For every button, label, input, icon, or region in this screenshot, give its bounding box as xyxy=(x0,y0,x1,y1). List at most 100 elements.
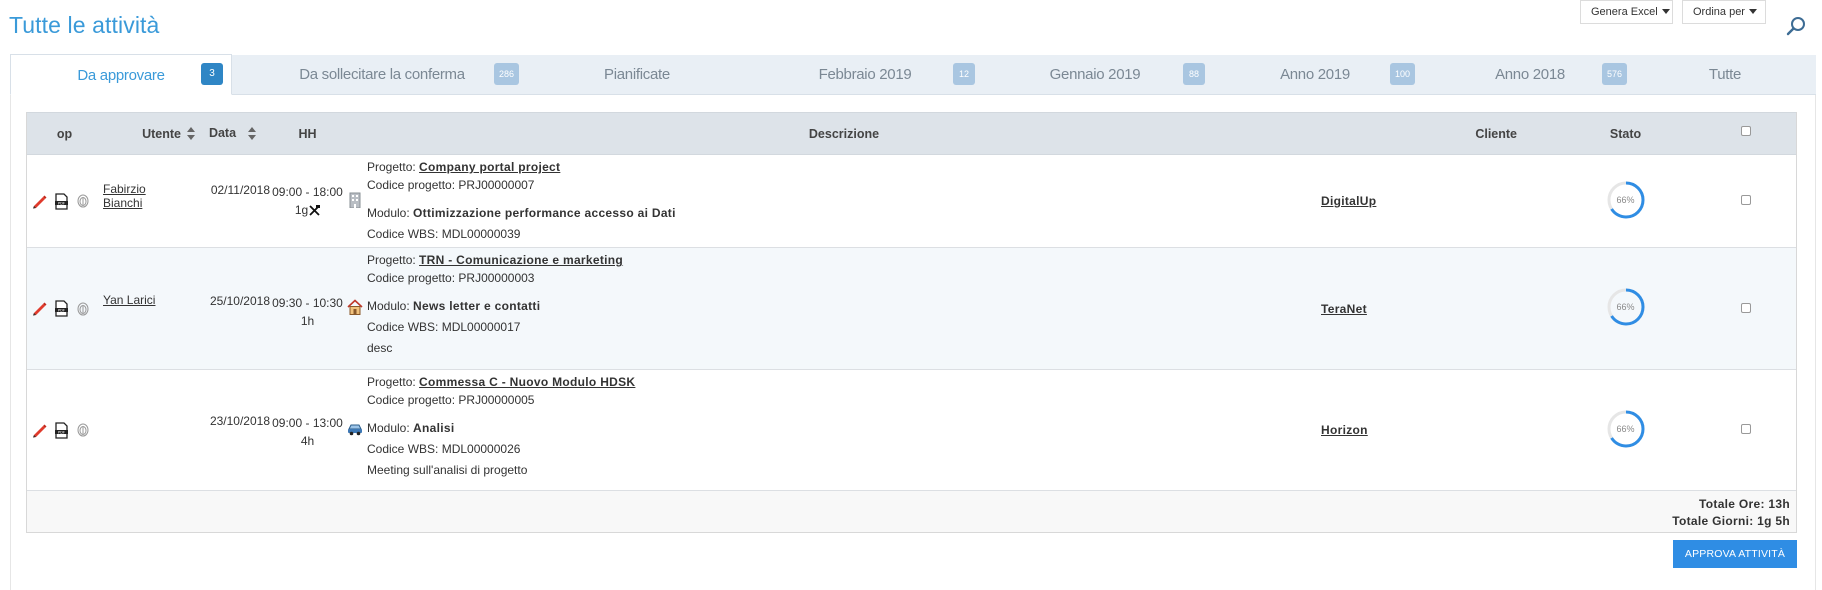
project-code: PRJ00000007 xyxy=(458,178,535,192)
tab-da-sollecitare[interactable]: Da sollecitare la conferma xyxy=(232,55,532,95)
row-type xyxy=(343,154,367,248)
table-header: op Utente Data HH Descrizione Cliente St… xyxy=(26,112,1797,155)
tab-da-approvare[interactable]: Da approvare xyxy=(10,54,232,95)
time-range: 09:30 - 10:30 xyxy=(272,296,343,310)
row-desc: Progetto: Company portal project Codice … xyxy=(367,154,1321,248)
car-icon xyxy=(348,424,362,435)
row-state: 66% xyxy=(1557,247,1694,370)
sort-icon[interactable] xyxy=(248,126,257,141)
tab-anno-2019[interactable]: Anno 2019 xyxy=(1220,55,1410,95)
row-actions: PDF xyxy=(26,154,103,248)
caret-down-icon xyxy=(1748,8,1757,14)
project-link[interactable]: Commessa C - Nuovo Modulo HDSK xyxy=(419,375,635,389)
row-hh: 09:30 - 10:30 1h xyxy=(272,247,343,370)
wbs-label: Codice WBS: xyxy=(367,227,439,241)
tab-gennaio-2019[interactable]: Gennaio 2019 xyxy=(1000,55,1190,95)
row-user: Fabirzio Bianchi xyxy=(103,154,181,248)
project-code: PRJ00000005 xyxy=(458,393,535,407)
project-code-label: Codice progetto: xyxy=(367,178,456,192)
pdf-icon[interactable]: PDF xyxy=(50,421,72,439)
svg-text:PDF: PDF xyxy=(57,201,64,205)
client-link[interactable]: DigitalUp xyxy=(1321,194,1376,208)
row-checkbox[interactable] xyxy=(1740,195,1751,205)
col-user[interactable]: Utente xyxy=(103,112,181,155)
tabs-bar: Da approvare Da sollecitare la conferma … xyxy=(10,54,1816,95)
project-code: PRJ00000003 xyxy=(458,271,535,285)
col-date-label: Data xyxy=(208,126,237,141)
pdf-icon[interactable]: PDF xyxy=(50,300,72,317)
project-link[interactable]: TRN - Comunicazione e marketing xyxy=(419,253,623,267)
row-actions: PDF xyxy=(26,247,103,370)
row-client: DigitalUp xyxy=(1321,154,1557,248)
tab-badge: 12 xyxy=(953,63,975,85)
sort-button[interactable]: Ordina per xyxy=(1682,0,1766,24)
fingerprint-icon[interactable] xyxy=(72,422,94,438)
col-hh: HH xyxy=(272,112,343,155)
select-all-checkbox[interactable] xyxy=(1740,126,1751,136)
module-label: Modulo: xyxy=(367,421,410,435)
time-range: 09:00 - 18:00 xyxy=(272,185,343,199)
edit-icon[interactable] xyxy=(28,422,50,439)
edit-icon[interactable] xyxy=(28,300,50,317)
col-date[interactable]: Data xyxy=(181,112,272,155)
search-icon[interactable] xyxy=(1785,16,1807,38)
wbs-label: Codice WBS: xyxy=(367,442,439,456)
progress-label: 66% xyxy=(1616,423,1635,434)
duration: 1h xyxy=(300,314,315,328)
row-checkbox[interactable] xyxy=(1740,302,1751,313)
pdf-icon[interactable]: PDF xyxy=(50,192,72,210)
progress-label: 66% xyxy=(1616,194,1635,205)
total-days: Totale Giorni: 1g 5h xyxy=(1672,514,1790,528)
progress-donut: 66% xyxy=(1607,288,1645,326)
edit-icon[interactable] xyxy=(28,193,50,210)
row-type xyxy=(343,369,367,491)
row-select xyxy=(1694,154,1797,248)
col-select-all xyxy=(1694,112,1797,155)
row-desc: Progetto: Commessa C - Nuovo Modulo HDSK… xyxy=(367,369,1321,491)
tools-icon xyxy=(309,205,321,216)
client-link[interactable]: TeraNet xyxy=(1321,302,1367,316)
module-label: Modulo: xyxy=(367,206,410,220)
svg-text:PDF: PDF xyxy=(57,430,64,434)
row-checkbox[interactable] xyxy=(1740,424,1751,434)
row-date: 02/11/2018 xyxy=(181,154,272,248)
fingerprint-icon[interactable] xyxy=(72,193,94,209)
project-link[interactable]: Company portal project xyxy=(419,160,560,174)
row-desc: Progetto: TRN - Comunicazione e marketin… xyxy=(367,247,1321,370)
tab-febbraio-2019[interactable]: Febbraio 2019 xyxy=(770,55,960,95)
activities-table: op Utente Data HH Descrizione Cliente St… xyxy=(26,112,1797,533)
sort-button-label: Ordina per xyxy=(1693,6,1745,18)
excel-button[interactable]: Genera Excel xyxy=(1580,0,1673,24)
module-name: Analisi xyxy=(413,421,455,435)
user-link[interactable]: Fabirzio Bianchi xyxy=(103,182,146,210)
user-link[interactable]: Yan Larici xyxy=(103,293,155,307)
tab-tutte[interactable]: Tutte xyxy=(1630,55,1820,95)
sort-icon[interactable] xyxy=(186,126,195,141)
wbs-code: MDL00000026 xyxy=(441,442,521,456)
caret-down-icon xyxy=(1661,8,1670,14)
time-range: 09:00 - 13:00 xyxy=(272,416,343,430)
table-row: PDF Fabirzio Bianchi 02/11/2018 09:00 - … xyxy=(26,154,1797,248)
approve-activities-button[interactable]: APPROVA ATTIVITÀ xyxy=(1673,540,1797,568)
row-hh: 09:00 - 13:00 4h xyxy=(272,369,343,491)
progress-label: 66% xyxy=(1616,302,1635,312)
module-label: Modulo: xyxy=(367,299,410,313)
row-state: 66% xyxy=(1557,154,1694,248)
activity-note: Meeting sull'analisi di progetto xyxy=(367,463,528,477)
project-code-label: Codice progetto: xyxy=(367,393,456,407)
wbs-label: Codice WBS: xyxy=(367,320,439,334)
col-op: op xyxy=(26,112,103,155)
wbs-code: MDL00000017 xyxy=(441,320,521,334)
project-label: Progetto: xyxy=(367,160,416,174)
fingerprint-icon[interactable] xyxy=(72,301,94,317)
tab-badge: 88 xyxy=(1183,63,1205,85)
client-link[interactable]: Horizon xyxy=(1321,423,1368,437)
col-client: Cliente xyxy=(1321,112,1557,155)
row-type xyxy=(343,247,367,370)
tab-pianificate[interactable]: Pianificate xyxy=(532,55,742,95)
totals-row: Totale Ore: 13h Totale Giorni: 1g 5h xyxy=(26,490,1797,533)
table-row: PDF Yan Larici 25/10/2018 09:30 - 10:30 … xyxy=(26,247,1797,370)
tab-badge: 100 xyxy=(1390,63,1416,85)
module-name: Ottimizzazione performance accesso ai Da… xyxy=(413,206,676,220)
tab-anno-2018[interactable]: Anno 2018 xyxy=(1435,55,1625,95)
